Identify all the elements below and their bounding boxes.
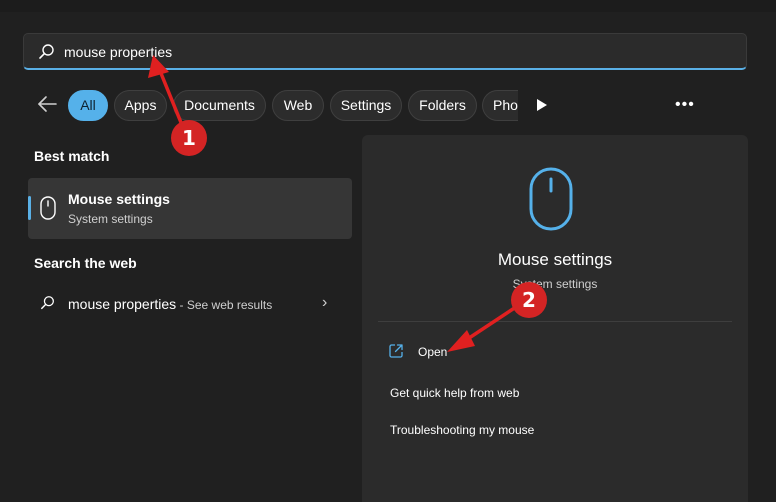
- web-result-hint: - See web results: [176, 298, 273, 312]
- search-input[interactable]: mouse properties: [23, 33, 747, 70]
- filter-web[interactable]: Web: [272, 90, 324, 121]
- annotation-badge-2: 2: [511, 282, 547, 318]
- search-icon: [39, 44, 54, 59]
- detail-title: Mouse settings: [497, 250, 613, 269]
- best-match-title: Mouse settings: [68, 191, 170, 207]
- filter-photos[interactable]: Pho: [482, 90, 518, 121]
- detail-subtitle: System settings: [512, 277, 598, 291]
- search-icon: [41, 296, 54, 310]
- annotation-badge-1: 1: [171, 120, 207, 156]
- web-result-text: mouse properties - See web results: [68, 296, 272, 312]
- search-query-text[interactable]: mouse properties: [64, 44, 172, 60]
- quick-help-link[interactable]: Get quick help from web: [390, 386, 519, 400]
- filter-apps[interactable]: Apps: [114, 90, 167, 121]
- web-result-item[interactable]: mouse properties - See web results ›: [28, 288, 352, 320]
- detail-panel: Mouse settings System settings Open Get …: [362, 135, 748, 502]
- chevron-right-icon[interactable]: ›: [322, 294, 327, 312]
- mouse-icon: [529, 167, 573, 231]
- mouse-icon: [40, 196, 56, 220]
- best-match-item[interactable]: Mouse settings System settings: [28, 178, 352, 239]
- divider: [378, 321, 732, 322]
- window-top-strip: [0, 0, 776, 12]
- back-arrow-icon[interactable]: [36, 93, 58, 115]
- more-icon[interactable]: •••: [675, 96, 695, 114]
- filter-folders[interactable]: Folders: [408, 90, 477, 121]
- troubleshoot-link[interactable]: Troubleshooting my mouse: [390, 423, 534, 437]
- web-result-query: mouse properties: [68, 296, 177, 312]
- best-match-subtitle: System settings: [68, 212, 153, 226]
- filter-settings[interactable]: Settings: [330, 90, 402, 121]
- filter-documents[interactable]: Documents: [173, 90, 266, 121]
- play-icon[interactable]: [535, 97, 549, 113]
- selection-indicator: [28, 196, 31, 220]
- open-external-icon: [389, 344, 403, 358]
- search-web-heading: Search the web: [34, 255, 137, 271]
- filter-all[interactable]: All: [68, 90, 108, 121]
- best-match-heading: Best match: [34, 148, 110, 164]
- open-label: Open: [418, 345, 448, 359]
